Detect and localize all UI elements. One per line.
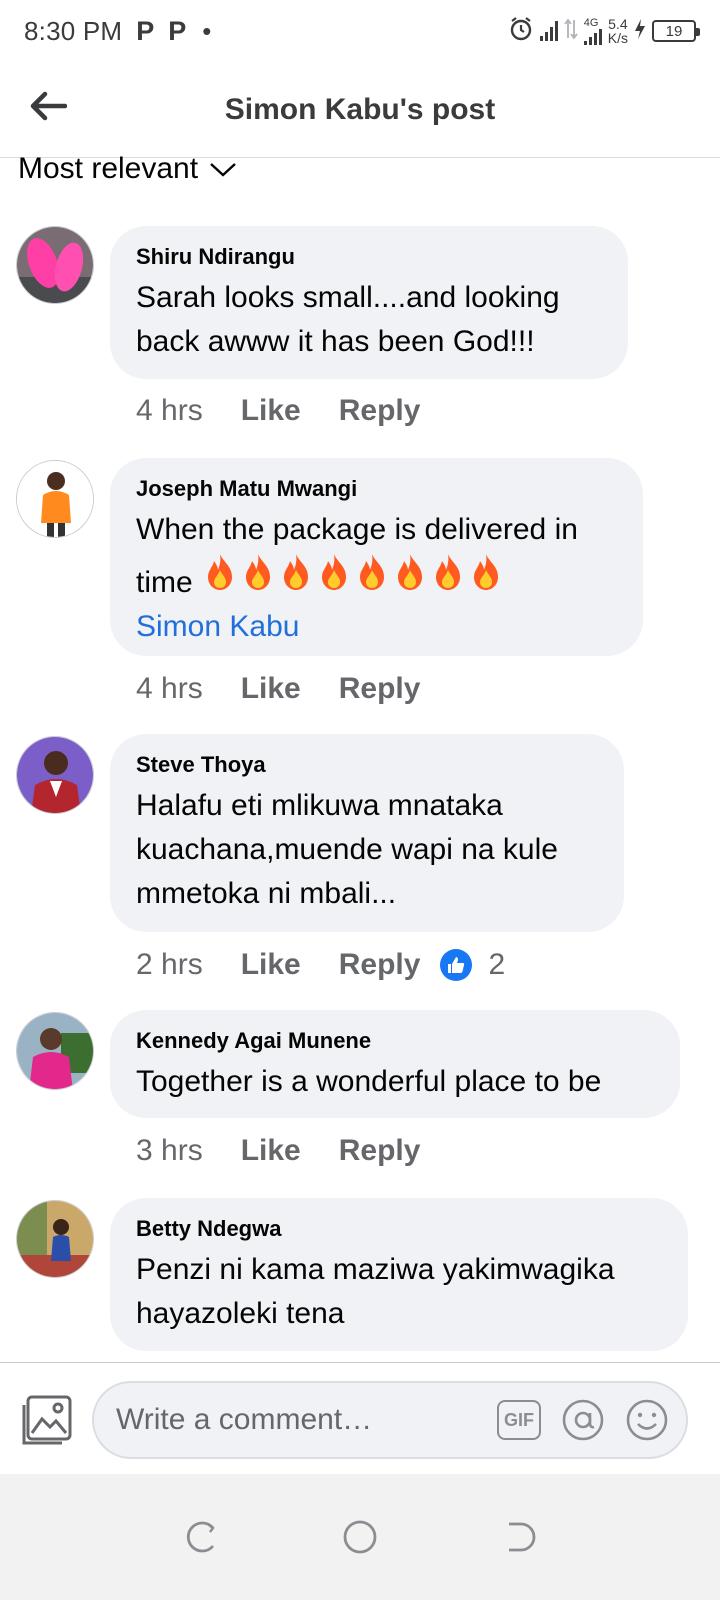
status-bar: 8:30 PM P P • 4G 5.4 K/s 19 — [0, 0, 720, 62]
sort-label: Most relevant — [18, 152, 199, 185]
avatar[interactable] — [16, 460, 94, 538]
like-button[interactable]: Like — [241, 394, 301, 428]
home-button[interactable] — [338, 1515, 382, 1559]
charging-icon — [634, 18, 646, 45]
comment-bubble[interactable]: Betty Ndegwa Penzi ni kama maziwa yakimw… — [110, 1198, 688, 1351]
fire-emoji-icon — [277, 552, 315, 603]
comment-text: Together is a wonderful place to be — [136, 1065, 602, 1098]
like-button[interactable]: Like — [241, 1134, 301, 1168]
comment-text: Sarah looks small....and looking back aw… — [136, 281, 560, 358]
reply-button[interactable]: Reply — [339, 1134, 421, 1168]
recent-apps-icon — [186, 1521, 215, 1553]
comment-bubble[interactable]: Kennedy Agai Munene Together is a wonder… — [110, 1010, 680, 1118]
fire-emoji-icon — [201, 552, 239, 603]
back-arrow-icon — [30, 91, 67, 121]
alarm-icon — [508, 16, 534, 47]
reply-button[interactable]: Reply — [339, 394, 421, 428]
reaction-count: 2 — [488, 948, 506, 981]
comment-time[interactable]: 2 hrs — [136, 948, 203, 982]
back-nav-icon — [509, 1522, 536, 1552]
mention-button[interactable] — [560, 1397, 606, 1443]
status-time: 8:30 PM — [24, 15, 123, 46]
system-nav-bar — [0, 1474, 720, 1600]
like-button[interactable]: Like — [241, 672, 301, 706]
comment-bubble[interactable]: Joseph Matu Mwangi When the package is d… — [110, 458, 643, 656]
chevron-down-icon — [210, 163, 236, 177]
page-title: Simon Kabu's post — [224, 92, 496, 126]
avatar[interactable] — [16, 1012, 94, 1090]
comment-text: Halafu eti mlikuwa mnataka kuachana,muen… — [136, 789, 558, 910]
post-header: Simon Kabu's post — [0, 62, 720, 158]
reaction-summary[interactable]: 2 — [440, 948, 505, 982]
avatar[interactable] — [16, 736, 94, 814]
notification-p-icon: P — [168, 15, 187, 46]
signal-icon — [539, 21, 558, 41]
comment-time[interactable]: 4 hrs — [136, 672, 203, 706]
signal-icon — [583, 28, 602, 45]
comment-author[interactable]: Kennedy Agai Munene — [136, 1028, 654, 1054]
mention-link[interactable]: Simon Kabu — [136, 605, 617, 649]
fire-emoji-icon — [391, 552, 429, 603]
comment-input-box[interactable]: GIF — [92, 1381, 688, 1459]
fire-emoji-icon — [353, 552, 391, 603]
fire-emoji-row — [201, 554, 505, 599]
reply-button[interactable]: Reply — [339, 948, 421, 982]
reply-button[interactable]: Reply — [339, 672, 421, 706]
fire-emoji-icon — [429, 552, 467, 603]
recent-apps-button[interactable] — [178, 1515, 222, 1559]
notification-p-icon: P — [136, 15, 155, 46]
network-speed: 5.4 K/s — [607, 16, 628, 46]
avatar[interactable] — [16, 226, 94, 304]
network-type: 4G — [583, 16, 599, 29]
comment-time[interactable]: 3 hrs — [136, 1134, 203, 1168]
comment-author[interactable]: Steve Thoya — [136, 752, 598, 778]
smiley-icon — [626, 1399, 668, 1441]
comment-text: Penzi ni kama maziwa yakimwagika hayazol… — [136, 1253, 615, 1330]
comment-author[interactable]: Shiru Ndirangu — [136, 244, 602, 270]
fire-emoji-icon — [467, 552, 505, 603]
photo-button[interactable] — [20, 1393, 74, 1447]
photo-icon — [22, 1395, 72, 1445]
comment-actions: 3 hrs Like Reply — [136, 1134, 458, 1168]
like-reaction-icon — [440, 949, 473, 981]
home-circle-icon — [343, 1520, 377, 1554]
avatar[interactable] — [16, 1200, 94, 1278]
comment-actions: 2 hrs Like Reply 2 — [136, 948, 505, 982]
sort-dropdown[interactable]: Most relevant — [18, 152, 238, 186]
gif-icon: GIF — [497, 1400, 541, 1440]
like-button[interactable]: Like — [241, 948, 301, 982]
fire-emoji-icon — [239, 552, 277, 603]
comment-composer: GIF — [0, 1362, 720, 1474]
back-button[interactable] — [26, 88, 70, 124]
comment-text: When the package is delivered in time — [136, 508, 617, 605]
data-arrows-icon — [564, 18, 578, 45]
emoji-button[interactable] — [624, 1397, 670, 1443]
comment-time[interactable]: 4 hrs — [136, 394, 203, 428]
comment-author[interactable]: Joseph Matu Mwangi — [136, 476, 617, 502]
comment-author[interactable]: Betty Ndegwa — [136, 1216, 662, 1242]
comment-input[interactable] — [116, 1403, 496, 1437]
comment-actions: 4 hrs Like Reply — [136, 394, 458, 428]
comment-bubble[interactable]: Shiru Ndirangu Sarah looks small....and … — [110, 226, 628, 379]
back-nav-button[interactable] — [498, 1515, 542, 1559]
notification-dot: • — [202, 15, 212, 46]
comment-bubble[interactable]: Steve Thoya Halafu eti mlikuwa mnataka k… — [110, 734, 624, 932]
comment-actions: 4 hrs Like Reply — [136, 672, 458, 706]
battery-indicator: 19 — [652, 20, 700, 42]
at-sign-icon — [562, 1399, 604, 1441]
gif-button[interactable]: GIF — [496, 1397, 542, 1443]
fire-emoji-icon — [315, 552, 353, 603]
